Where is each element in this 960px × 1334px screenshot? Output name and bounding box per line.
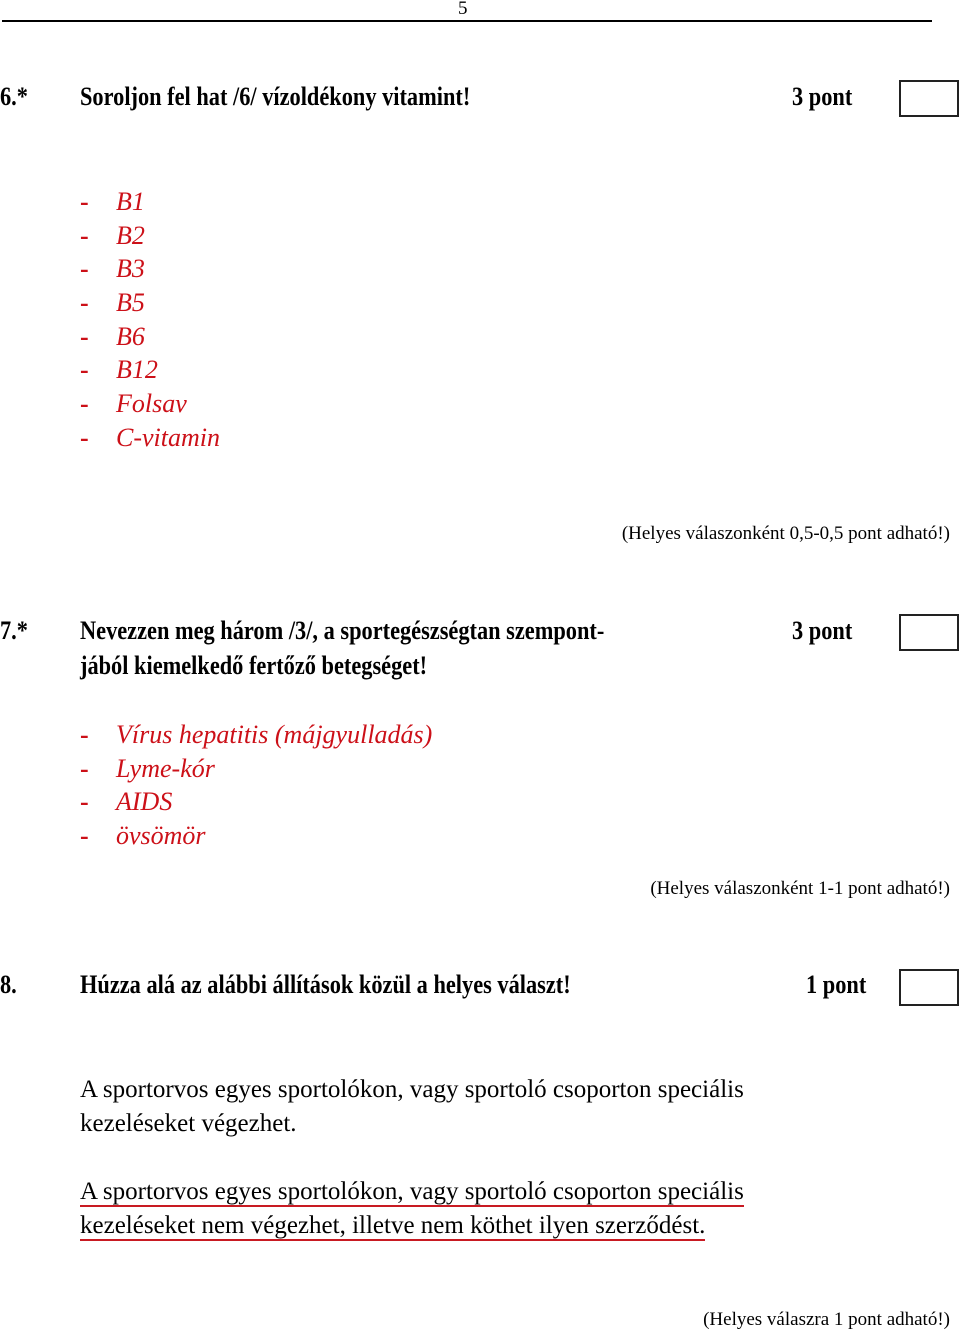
dash-bullet: - [80,753,89,783]
answer-text: B5 [116,288,145,318]
answer-text: övsömör [116,821,206,851]
dash-bullet: - [80,720,89,749]
question-number: 8. [0,970,17,999]
header-divider [2,20,932,22]
score-box[interactable] [899,614,959,651]
answer-item: - Lyme-kór [80,752,432,786]
question-text-line-1: Nevezzen meg három /3/, a sportegészségt… [80,616,605,645]
dash-bullet: - [80,187,89,216]
answer-item: - B5 [80,286,220,320]
question-points: 3 pont [792,616,853,645]
answer-text: Folsav [116,389,187,419]
question-points: 1 pont [806,970,867,999]
answer-text: C-vitamin [116,422,220,452]
answer-item: - Folsav [80,387,220,421]
dash-bullet: - [80,254,89,284]
answer-item: - B6 [80,320,220,354]
score-box[interactable] [899,969,959,1006]
dash-bullet: - [80,288,89,318]
answer-text: B3 [116,254,145,284]
score-box[interactable] [899,80,959,117]
scoring-note: (Helyes válaszra 1 pont adható!) [703,1309,950,1330]
dash-bullet: - [80,220,89,250]
answer-text: B1 [116,187,145,216]
answer-text: B6 [116,321,145,351]
answer-text: B12 [116,355,158,385]
scoring-note: (Helyes válaszonként 0,5-0,5 pont adható… [621,523,950,544]
statement-line-underlined: kezeléseket nem végezhet, illetve nem kö… [80,1212,706,1241]
answer-text: Vírus hepatitis (májgyulladás) [116,720,433,749]
answer-item: - B2 [80,219,220,253]
question-text: Soroljon fel hat /6/ vízoldékony vitamin… [80,82,471,111]
dash-bullet: - [80,355,89,385]
question-number: 7.* [0,616,28,645]
dash-bullet: - [80,321,89,351]
scoring-note: (Helyes válaszonként 1-1 pont adható!) [650,878,950,899]
statement-option[interactable]: A sportorvos egyes sportolókon, vagy spo… [80,1073,880,1141]
question-text: Húzza alá az alábbi állítások közül a he… [80,970,571,999]
answer-text: B2 [116,220,145,250]
statement-line-underlined: A sportorvos egyes sportolókon, vagy spo… [80,1178,744,1207]
answer-list: - Vírus hepatitis (májgyulladás) - Lyme-kó… [80,718,432,853]
answer-item: - övsömör [80,819,432,853]
dash-bullet: - [80,422,89,452]
question-number: 6.* [0,82,28,111]
question-points: 3 pont [792,82,853,111]
statement-option-underlined[interactable]: A sportorvos egyes sportolókon, vagy spo… [80,1175,880,1243]
question-text-line-2: jából kiemelkedő fertőző betegséget! [80,651,428,680]
dash-bullet: - [80,821,89,851]
statement-line: kezeléseket végezhet. [80,1110,297,1137]
answer-item: - B3 [80,252,220,286]
page-number: 5 [458,0,468,19]
answer-text: Lyme-kór [116,753,215,783]
answer-item: - B12 [80,353,220,387]
answer-item: - C-vitamin [80,421,220,455]
answer-item: - B1 [80,185,220,219]
answer-list: - B1 - B2 - B3 - B5 - B6 - B12 - Folsav - C-vita… [80,185,220,455]
answer-item: - Vírus hepatitis (májgyulladás) [80,718,432,752]
answer-item: - AIDS [80,785,432,819]
answer-text: AIDS [116,787,173,817]
dash-bullet: - [80,389,89,419]
dash-bullet: - [80,787,89,817]
statement-line: A sportorvos egyes sportolókon, vagy spo… [80,1076,744,1103]
